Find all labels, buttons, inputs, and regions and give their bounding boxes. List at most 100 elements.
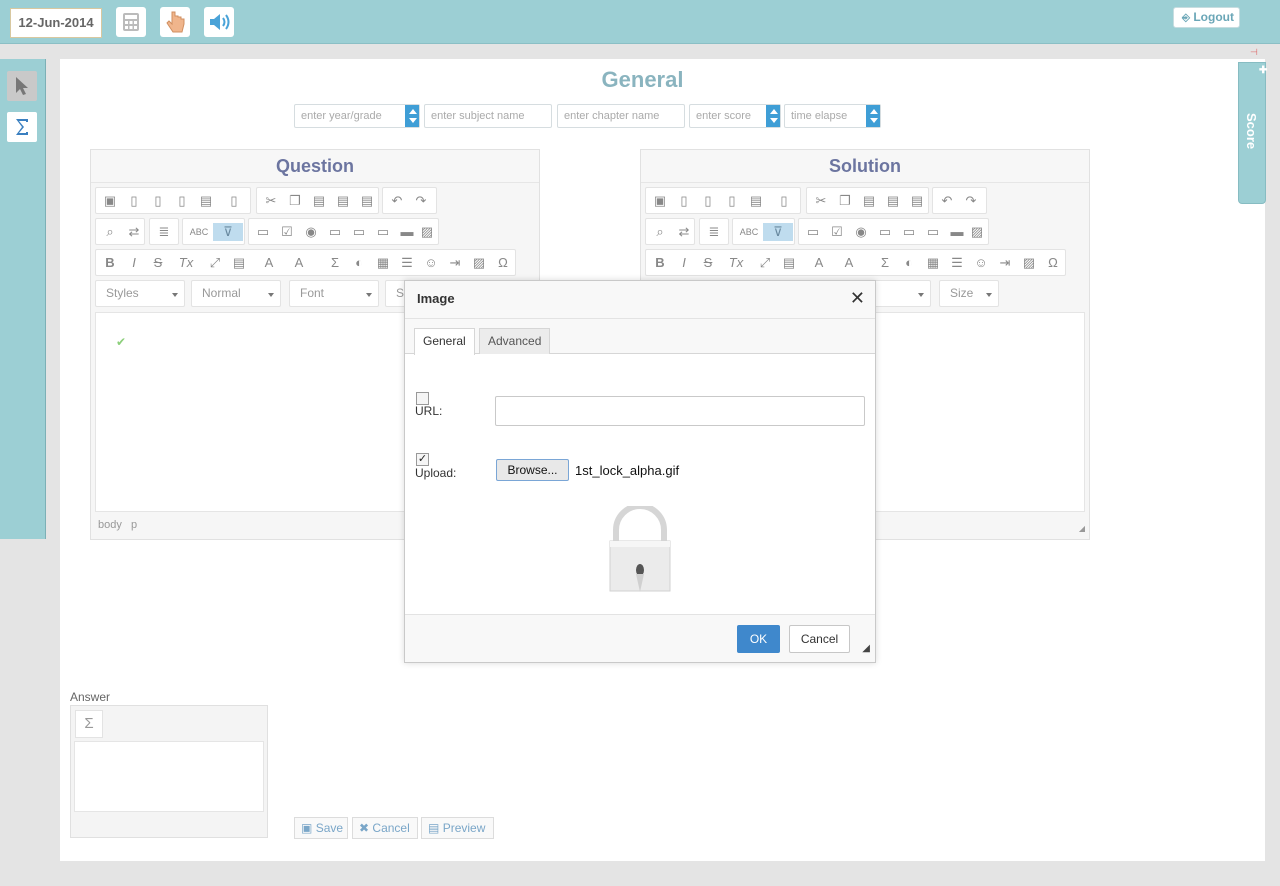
bg-color-icon[interactable]: A	[290, 254, 308, 272]
subject-name-input[interactable]: enter subject name	[424, 104, 552, 128]
undo-icon[interactable]: ↶	[938, 192, 956, 210]
document-icon[interactable]: ▯	[775, 192, 793, 210]
select-all-icon[interactable]: ≣	[155, 223, 173, 241]
paste-word-icon[interactable]: ▤	[358, 192, 376, 210]
copy-icon[interactable]: ❐	[836, 192, 854, 210]
redo-icon[interactable]: ↷	[962, 192, 980, 210]
chapter-name-input[interactable]: enter chapter name	[557, 104, 685, 128]
bold-icon[interactable]: B	[101, 254, 119, 272]
table-icon[interactable]: ▦	[924, 254, 942, 272]
show-blocks-icon[interactable]: ▤	[780, 254, 798, 272]
remove-format-icon[interactable]: Tx	[727, 254, 745, 272]
new-page-icon[interactable]: ▯	[125, 192, 143, 210]
tab-advanced[interactable]: Advanced	[479, 328, 551, 354]
calculator-button[interactable]	[116, 7, 146, 37]
sigma-tool[interactable]	[7, 112, 37, 142]
maximize-icon[interactable]: ⤢	[206, 254, 224, 272]
paste-text-icon[interactable]: ▤	[884, 192, 902, 210]
button-field-icon[interactable]: ▬	[948, 223, 966, 241]
pin-tab-icon[interactable]: ✚	[1259, 65, 1267, 76]
smiley-icon[interactable]: ☺	[972, 254, 990, 272]
print-icon[interactable]: ▤	[197, 192, 215, 210]
image-icon[interactable]: ▨	[1020, 254, 1038, 272]
form-icon[interactable]: ▭	[254, 223, 272, 241]
dialog-resize-icon[interactable]: ◢	[862, 643, 870, 654]
answer-sigma-button[interactable]: Σ	[75, 710, 103, 738]
replace-icon[interactable]: ⇄	[675, 223, 693, 241]
copy-icon[interactable]: ❐	[286, 192, 304, 210]
omega-icon[interactable]: Ω	[1044, 254, 1062, 272]
italic-icon[interactable]: I	[125, 254, 143, 272]
format-dropdown[interactable]: Normal	[191, 280, 281, 307]
table-icon[interactable]: ▦	[374, 254, 392, 272]
radio-icon[interactable]: ◉	[852, 223, 870, 241]
templates-icon[interactable]: ▯	[699, 192, 717, 210]
italic-icon[interactable]: I	[675, 254, 693, 272]
textarea-icon[interactable]: ▭	[350, 223, 368, 241]
print-icon[interactable]: ▤	[747, 192, 765, 210]
flash-icon[interactable]: ◐	[350, 254, 368, 272]
cut-icon[interactable]: ✂	[812, 192, 830, 210]
year-grade-input[interactable]: enter year/grade	[294, 104, 420, 128]
spellcheck-icon[interactable]: ABC	[187, 223, 211, 241]
strike-icon[interactable]: S	[699, 254, 717, 272]
save-doc-icon[interactable]: ▣	[101, 192, 119, 210]
select-field-icon[interactable]: ▭	[374, 223, 392, 241]
strike-icon[interactable]: S	[149, 254, 167, 272]
time-elapse-spinner[interactable]	[865, 105, 880, 127]
hline-icon[interactable]: ☰	[948, 254, 966, 272]
close-icon[interactable]: ✕	[850, 288, 865, 309]
score-tab[interactable]: ✚ Score	[1238, 62, 1267, 204]
select-field-icon[interactable]: ▭	[924, 223, 942, 241]
find-icon[interactable]: ⌕	[651, 223, 669, 241]
templates-icon[interactable]: ▯	[149, 192, 167, 210]
image-button-icon[interactable]: ▨	[968, 223, 986, 241]
path-body[interactable]: body	[98, 519, 122, 531]
select-all-icon[interactable]: ≣	[705, 223, 723, 241]
pin-icon[interactable]: ⊣	[1250, 47, 1258, 58]
cancel-button[interactable]: Cancel	[789, 625, 850, 653]
button-field-icon[interactable]: ▬	[398, 223, 416, 241]
score-input[interactable]: enter score	[689, 104, 781, 128]
preview-button[interactable]: ▤ Preview	[421, 817, 494, 839]
browse-button[interactable]: Browse...	[496, 459, 569, 481]
document-icon[interactable]: ▯	[225, 192, 243, 210]
image-button-icon[interactable]: ▨	[418, 223, 436, 241]
font-dropdown[interactable]: Font	[289, 280, 379, 307]
bold-icon[interactable]: B	[651, 254, 669, 272]
speaker-button[interactable]	[204, 7, 234, 37]
omega-icon[interactable]: Ω	[494, 254, 512, 272]
time-elapse-input[interactable]: time elapse	[784, 104, 881, 128]
text-color-icon[interactable]: A	[260, 254, 278, 272]
checkbox-icon[interactable]: ☑	[828, 223, 846, 241]
hline-icon[interactable]: ☰	[398, 254, 416, 272]
format-icon[interactable]: ⊽	[213, 223, 243, 241]
resize-handle-icon[interactable]: ◢	[1079, 524, 1085, 533]
url-input[interactable]	[495, 396, 865, 426]
smiley-icon[interactable]: ☺	[422, 254, 440, 272]
save-doc-icon[interactable]: ▣	[651, 192, 669, 210]
upload-checkbox[interactable]: ✓	[416, 453, 429, 466]
text-color-icon[interactable]: A	[810, 254, 828, 272]
new-page-icon[interactable]: ▯	[675, 192, 693, 210]
pagebreak-icon[interactable]: ⇥	[996, 254, 1014, 272]
score-spinner[interactable]	[765, 105, 780, 127]
hand-pointer-button[interactable]	[160, 7, 190, 37]
preview-icon[interactable]: ▯	[723, 192, 741, 210]
path-p[interactable]: p	[131, 519, 137, 531]
year-grade-spinner[interactable]	[404, 105, 419, 127]
bg-color-icon[interactable]: A	[840, 254, 858, 272]
logout-button[interactable]: ⎆ Logout	[1173, 7, 1240, 28]
cancel-action-button[interactable]: ✖ Cancel	[352, 817, 418, 839]
ok-button[interactable]: OK	[737, 625, 780, 653]
paste-icon[interactable]: ▤	[310, 192, 328, 210]
save-button[interactable]: ▣ Save	[294, 817, 348, 839]
paste-word-icon[interactable]: ▤	[908, 192, 926, 210]
answer-input[interactable]	[74, 741, 264, 812]
textarea-icon[interactable]: ▭	[900, 223, 918, 241]
show-blocks-icon[interactable]: ▤	[230, 254, 248, 272]
format-icon[interactable]: ⊽	[763, 223, 793, 241]
size-dropdown[interactable]: Size	[939, 280, 999, 307]
pointer-tool[interactable]	[7, 71, 37, 101]
sigma-insert-icon[interactable]: Σ	[876, 254, 894, 272]
